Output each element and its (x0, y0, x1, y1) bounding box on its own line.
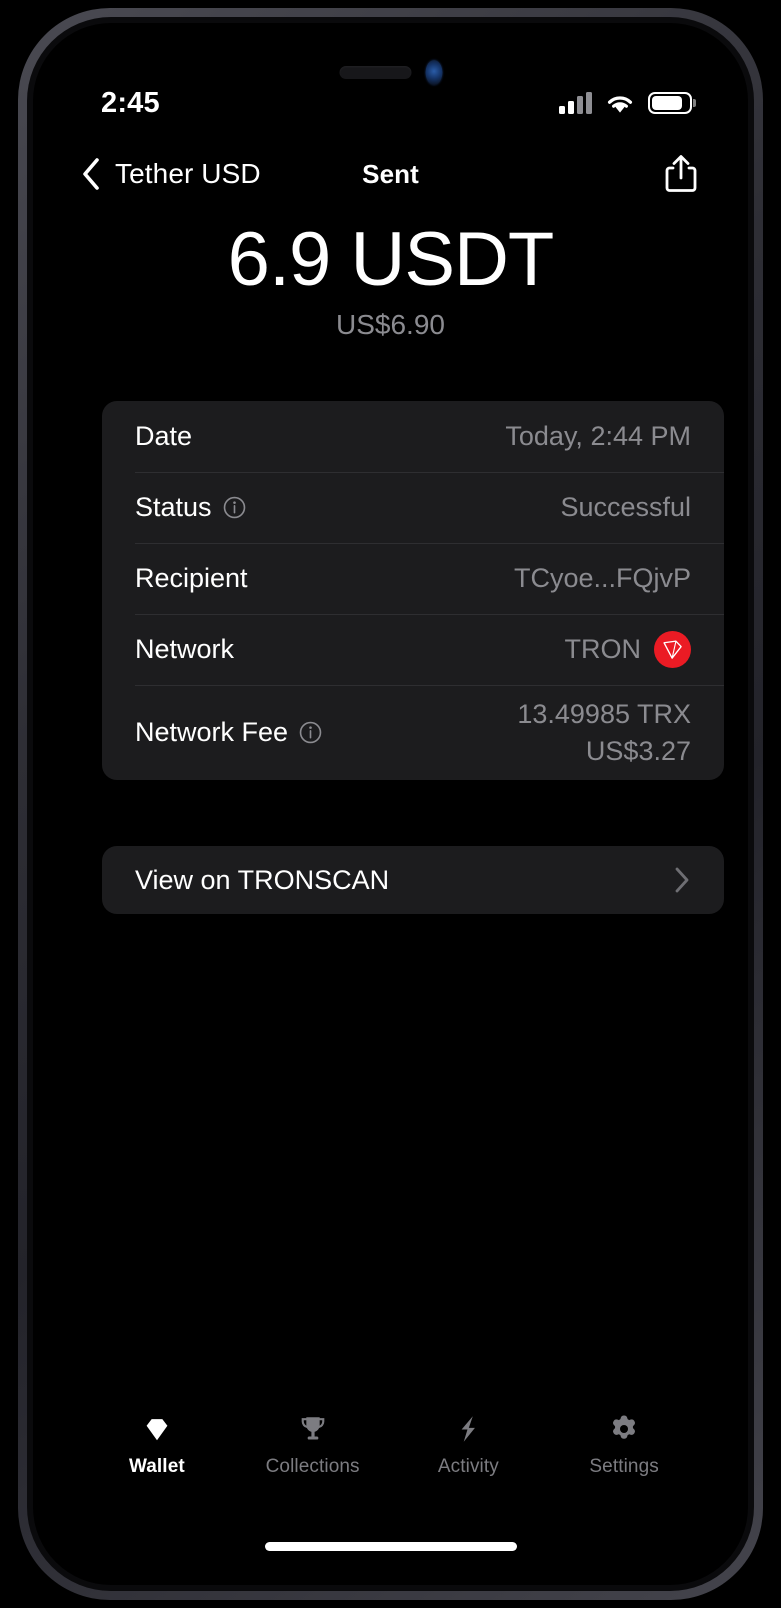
detail-value-wrap: TRON (564, 631, 691, 668)
back-button[interactable]: Tether USD (81, 157, 261, 191)
device-inner-bezel: 2:45 Tether USD Sent 6.9 USDT US$6.90 Da… (27, 17, 754, 1591)
transaction-details-card: Date Today, 2:44 PM Status Successful Re… (102, 401, 724, 780)
view-on-explorer-label: View on TRONSCAN (135, 864, 390, 895)
detail-row-network: Network TRON (102, 614, 724, 685)
detail-value: Today, 2:44 PM (505, 421, 691, 451)
gear-icon (608, 1413, 640, 1445)
detail-label: Date (135, 421, 193, 451)
amount-fiat: US$6.90 (336, 309, 445, 341)
tab-label: Collections (265, 1456, 360, 1477)
navigation-bar: Tether USD Sent (33, 145, 748, 203)
info-circle-icon[interactable] (299, 721, 322, 744)
page-title: Sent (362, 158, 419, 189)
detail-label-wrap: Status (135, 492, 246, 523)
device-frame: 2:45 Tether USD Sent 6.9 USDT US$6.90 Da… (18, 8, 763, 1600)
tab-settings[interactable]: Settings (546, 1413, 702, 1478)
wifi-icon (607, 95, 633, 113)
tab-label: Settings (589, 1456, 659, 1477)
tab-label: Wallet (128, 1456, 185, 1477)
home-indicator[interactable] (264, 1542, 517, 1551)
detail-label: Recipient (135, 563, 248, 593)
status-bar: 2:45 (33, 81, 748, 125)
detail-value: Successful (560, 492, 691, 522)
speaker-slot-icon (339, 66, 411, 79)
chevron-left-icon (83, 158, 99, 190)
status-bar-icons (559, 92, 692, 115)
diamond-icon (141, 1413, 173, 1445)
detail-value-fiat: US$3.27 (585, 735, 691, 766)
tron-logo-icon (654, 631, 691, 668)
detail-row-recipient[interactable]: Recipient TCyoe...FQjvP (102, 543, 724, 614)
detail-label-wrap: Network Fee (135, 717, 322, 748)
bottom-tab-bar: Wallet Collections Activity Settings (33, 1413, 748, 1499)
cellular-signal-icon (559, 92, 592, 114)
view-on-explorer-button[interactable]: View on TRONSCAN (102, 846, 724, 914)
phone-screen: 2:45 Tether USD Sent 6.9 USDT US$6.90 Da… (33, 23, 748, 1585)
chevron-right-icon (675, 867, 689, 893)
bolt-icon (452, 1413, 484, 1445)
tab-label: Activity (437, 1456, 499, 1477)
trophy-icon (297, 1413, 329, 1445)
tab-wallet[interactable]: Wallet (79, 1413, 235, 1478)
detail-label: Network (135, 634, 235, 664)
detail-label: Network Fee (135, 717, 289, 747)
detail-row-network-fee: Network Fee 13.49985 TRX US$3.27 (102, 685, 724, 780)
tab-collections[interactable]: Collections (235, 1413, 391, 1478)
back-button-label: Tether USD (115, 158, 261, 189)
info-circle-icon[interactable] (223, 496, 246, 519)
detail-label: Status (135, 492, 212, 522)
detail-row-date: Date Today, 2:44 PM (102, 401, 724, 472)
tab-activity[interactable]: Activity (391, 1413, 547, 1478)
detail-value-crypto: 13.49985 TRX (517, 698, 691, 729)
amount-section: 6.9 USDT US$6.90 (33, 217, 748, 341)
status-bar-time: 2:45 (101, 86, 160, 119)
detail-value: TCyoe...FQjvP (513, 563, 691, 593)
detail-value: TRON (564, 634, 642, 664)
share-button[interactable] (664, 154, 698, 194)
detail-row-status: Status Successful (102, 472, 724, 543)
battery-icon (648, 92, 692, 114)
detail-value-stack: 13.49985 TRX US$3.27 (517, 699, 691, 767)
share-icon (665, 155, 697, 192)
amount-primary: 6.9 USDT (227, 217, 555, 302)
